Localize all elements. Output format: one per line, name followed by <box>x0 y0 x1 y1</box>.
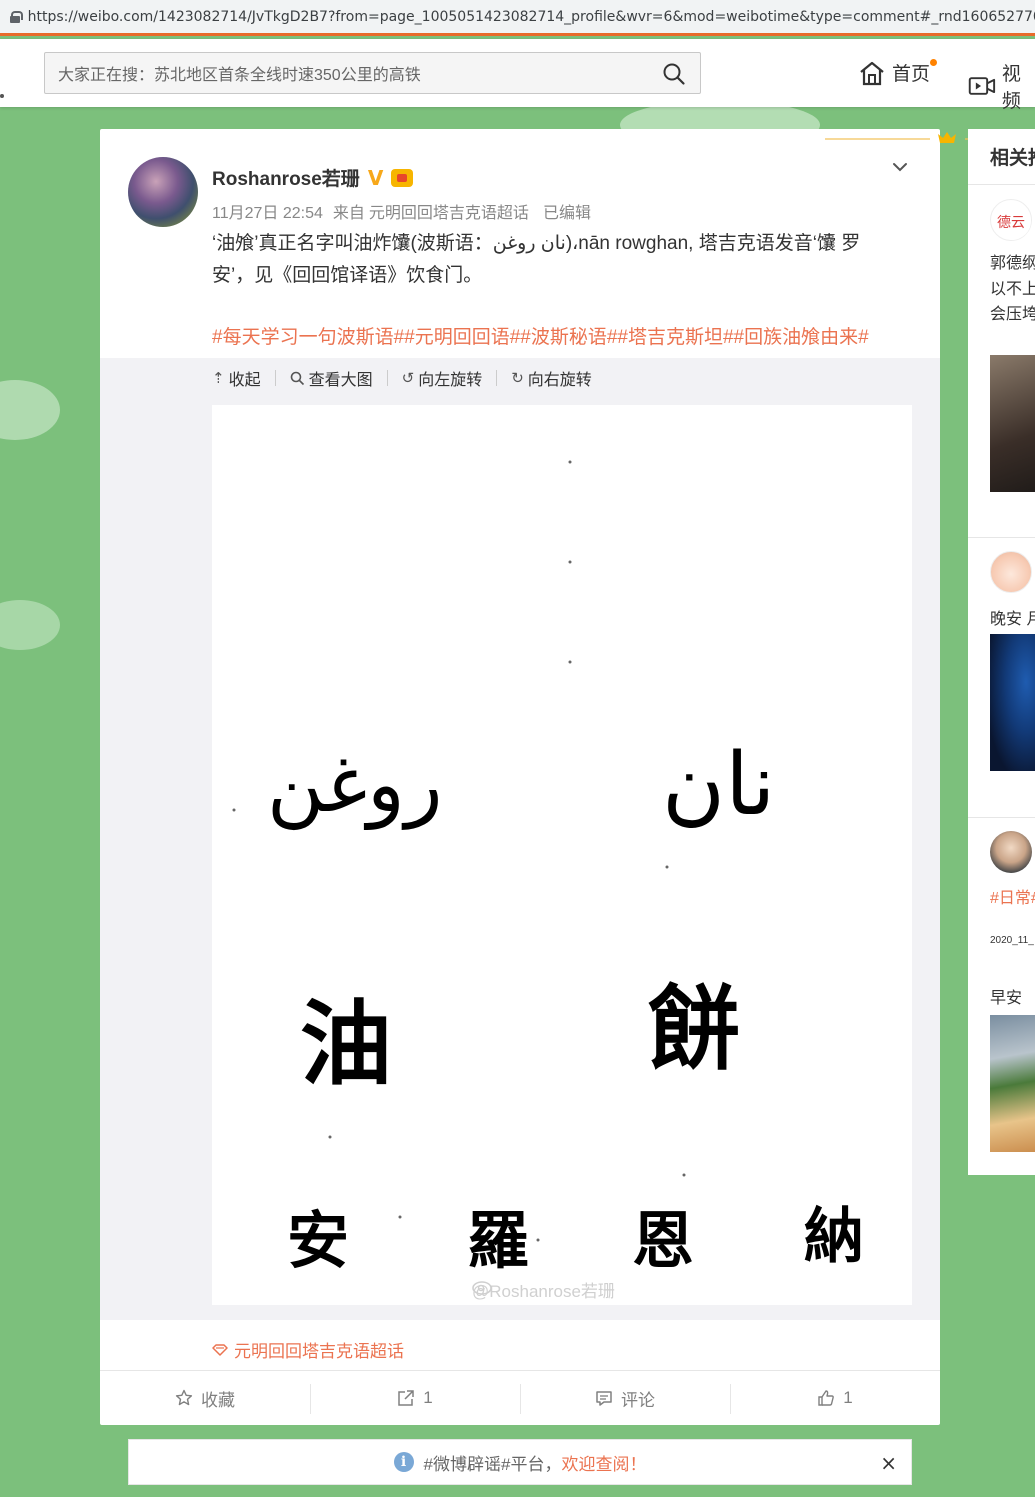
post-time[interactable]: 11月27日 22:54 <box>212 205 323 222</box>
rotate-right-icon: ↻ <box>511 370 524 387</box>
post-image[interactable]: روغن نان 油 餅 安 羅 恩 納 @Roshanrose若珊 <box>212 405 912 1305</box>
sidebar-item-text[interactable]: 以不上 <box>990 275 1035 299</box>
post-source[interactable]: 元明回回塔吉克语超话 <box>369 205 529 222</box>
sidebar-divider <box>968 817 1035 818</box>
lock-icon <box>10 10 23 23</box>
comment-button[interactable]: 评论 <box>520 1371 730 1425</box>
repost-count: 1 <box>423 1388 433 1407</box>
share-icon <box>398 1390 415 1406</box>
collapse-button[interactable]: ⇡ 收起 <box>212 370 276 389</box>
url-text[interactable]: https://weibo.com/1423082714/JvTkgD2B7?f… <box>28 9 1035 25</box>
video-icon <box>968 77 996 95</box>
rotate-left-icon: ↺ <box>401 370 415 387</box>
verified-v-icon: V <box>367 165 384 190</box>
close-icon[interactable]: × <box>880 1451 897 1475</box>
sidebar-thumbnail[interactable] <box>990 1015 1035 1152</box>
chinese-char-na: 納 <box>804 1202 864 1272</box>
nav-home-label: 首页 <box>892 64 931 85</box>
chinese-char-en: 恩 <box>632 1204 695 1277</box>
sidebar-thumbnail[interactable] <box>990 634 1035 771</box>
star-icon <box>175 1389 193 1406</box>
browser-address-bar[interactable]: https://weibo.com/1423082714/JvTkgD2B7?f… <box>0 0 1035 36</box>
notice-link[interactable]: 欢迎查阅！ <box>561 1450 646 1475</box>
media-area: ⇡ 收起 查看大图 ↺ 向左旋转 ↻ 向右旋转 روغن نان 油 餅 安 羅… <box>100 358 940 1320</box>
edited-label[interactable]: 已编辑 <box>543 205 591 222</box>
image-watermark: @Roshanrose若珊 <box>472 1277 615 1302</box>
user-avatar[interactable] <box>128 157 198 227</box>
super-topic-label[interactable]: 元明回回塔吉克语超话 <box>234 1337 404 1362</box>
post-text: ‘油飧’真正名字叫油炸馕(波斯语：نان روغن)،nān rowghan, … <box>212 233 861 286</box>
notice-tag[interactable]: #微博辟谣#平台， <box>424 1450 562 1475</box>
svg-text:德云: 德云 <box>997 215 1025 231</box>
magnifier-icon <box>290 371 304 385</box>
sidebar-divider <box>968 537 1035 538</box>
post-hashtags[interactable]: #每天学习一句波斯语##元明回回语##波斯秘语##塔吉克斯坦##回族油飧由来# <box>212 322 869 349</box>
nav-dot <box>0 94 4 98</box>
diamond-icon <box>212 1343 228 1356</box>
favorite-button[interactable]: 收藏 <box>100 1371 310 1425</box>
sidebar-item-text[interactable]: 郭德纲 <box>990 249 1035 273</box>
sidebar-title: 相关推 <box>990 148 1035 169</box>
home-icon <box>860 61 884 85</box>
brand-logo-icon: 德云 <box>993 202 1031 240</box>
weibo-logo-icon <box>472 1281 492 1295</box>
rotate-right-button[interactable]: ↻ 向右旋转 <box>511 370 606 389</box>
source-prefix: 来自 <box>332 205 365 222</box>
collapse-label: 收起 <box>228 372 261 389</box>
rotate-left-label: 向左旋转 <box>418 372 483 389</box>
sidebar-avatar[interactable]: 德云 <box>990 199 1032 241</box>
background-cloud <box>0 380 60 440</box>
chevron-down-icon[interactable] <box>892 159 908 175</box>
persian-word-rowghan: روغن <box>267 740 443 830</box>
chinese-char-you: 油 <box>300 990 393 1098</box>
info-icon: i <box>393 1452 414 1472</box>
background-cloud <box>0 600 60 650</box>
member-badge-icon[interactable] <box>391 168 414 187</box>
thumbs-up-icon <box>818 1390 835 1406</box>
sidebar-date: 2020_11_ <box>990 935 1034 946</box>
collapse-arrow-icon: ⇡ <box>212 370 225 387</box>
rotate-left-button[interactable]: ↺ 向左旋转 <box>401 370 498 389</box>
post-author[interactable]: Roshanrose若珊 V <box>212 164 414 191</box>
weibo-post-card: Roshanrose若珊 V 11月27日 22:54 来自 元明回回塔吉克语超话已… <box>100 129 1025 1425</box>
weibo-top-nav: 大家正在搜：苏北地区首条全线时速350公里的高铁 首页 视频 <box>0 39 1035 112</box>
related-sidebar: 相关推 德云 郭德纲 以不上 会压垮 晚安 月 #日常# 2020_11_ 早安 <box>968 129 1035 1175</box>
sidebar-hashtag[interactable]: #日常# <box>990 884 1035 908</box>
search-input[interactable]: 大家正在搜：苏北地区首条全线时速350公里的高铁 <box>44 52 701 94</box>
search-placeholder: 大家正在搜：苏北地区首条全线时速350公里的高铁 <box>58 67 421 84</box>
sidebar-divider <box>968 184 1035 185</box>
media-toolbar: ⇡ 收起 查看大图 ↺ 向左旋转 ↻ 向右旋转 <box>212 370 620 389</box>
nav-video-link[interactable]: 视频 <box>968 59 1035 113</box>
sidebar-item-text[interactable]: 会压垮 <box>990 300 1035 324</box>
sidebar-thumbnail[interactable] <box>990 355 1035 492</box>
post-action-bar: 收藏 1 评论 1 <box>100 1370 940 1425</box>
image-speckles <box>232 460 686 1242</box>
notification-dot <box>930 59 937 66</box>
like-count: 1 <box>843 1388 853 1407</box>
sidebar-avatar[interactable] <box>990 551 1032 593</box>
sidebar-avatar[interactable] <box>990 831 1032 873</box>
repost-button[interactable]: 1 <box>310 1371 520 1425</box>
rotate-right-label: 向右旋转 <box>527 372 592 389</box>
view-large-label: 查看大图 <box>308 372 373 389</box>
sidebar-item-text[interactable]: 晚安 月 <box>990 605 1035 629</box>
persian-word-nan: نان <box>662 735 776 835</box>
chinese-char-bing: 餅 <box>648 975 741 1083</box>
username-text[interactable]: Roshanrose若珊 <box>212 164 360 191</box>
nav-video-label: 视频 <box>1001 64 1021 112</box>
comment-label: 评论 <box>621 1390 655 1410</box>
chinese-char-luo: 羅 <box>467 1204 530 1277</box>
super-topic-link[interactable]: 元明回回塔吉克语超话 <box>212 1337 404 1362</box>
nav-home-link[interactable]: 首页 <box>858 59 937 86</box>
rumor-notice-bar: i #微博辟谣#平台， 欢迎查阅！ × <box>128 1439 912 1485</box>
comment-icon <box>596 1391 612 1406</box>
favorite-label: 收藏 <box>201 1390 235 1410</box>
post-meta: 11月27日 22:54 来自 元明回回塔吉克语超话 已编辑 <box>212 199 601 223</box>
sidebar-item-text[interactable]: 早安 <box>990 984 1022 1008</box>
like-button[interactable]: 1 <box>730 1371 940 1425</box>
chinese-char-an: 安 <box>287 1204 350 1277</box>
view-large-button[interactable]: 查看大图 <box>290 370 388 389</box>
search-icon[interactable] <box>662 62 686 86</box>
